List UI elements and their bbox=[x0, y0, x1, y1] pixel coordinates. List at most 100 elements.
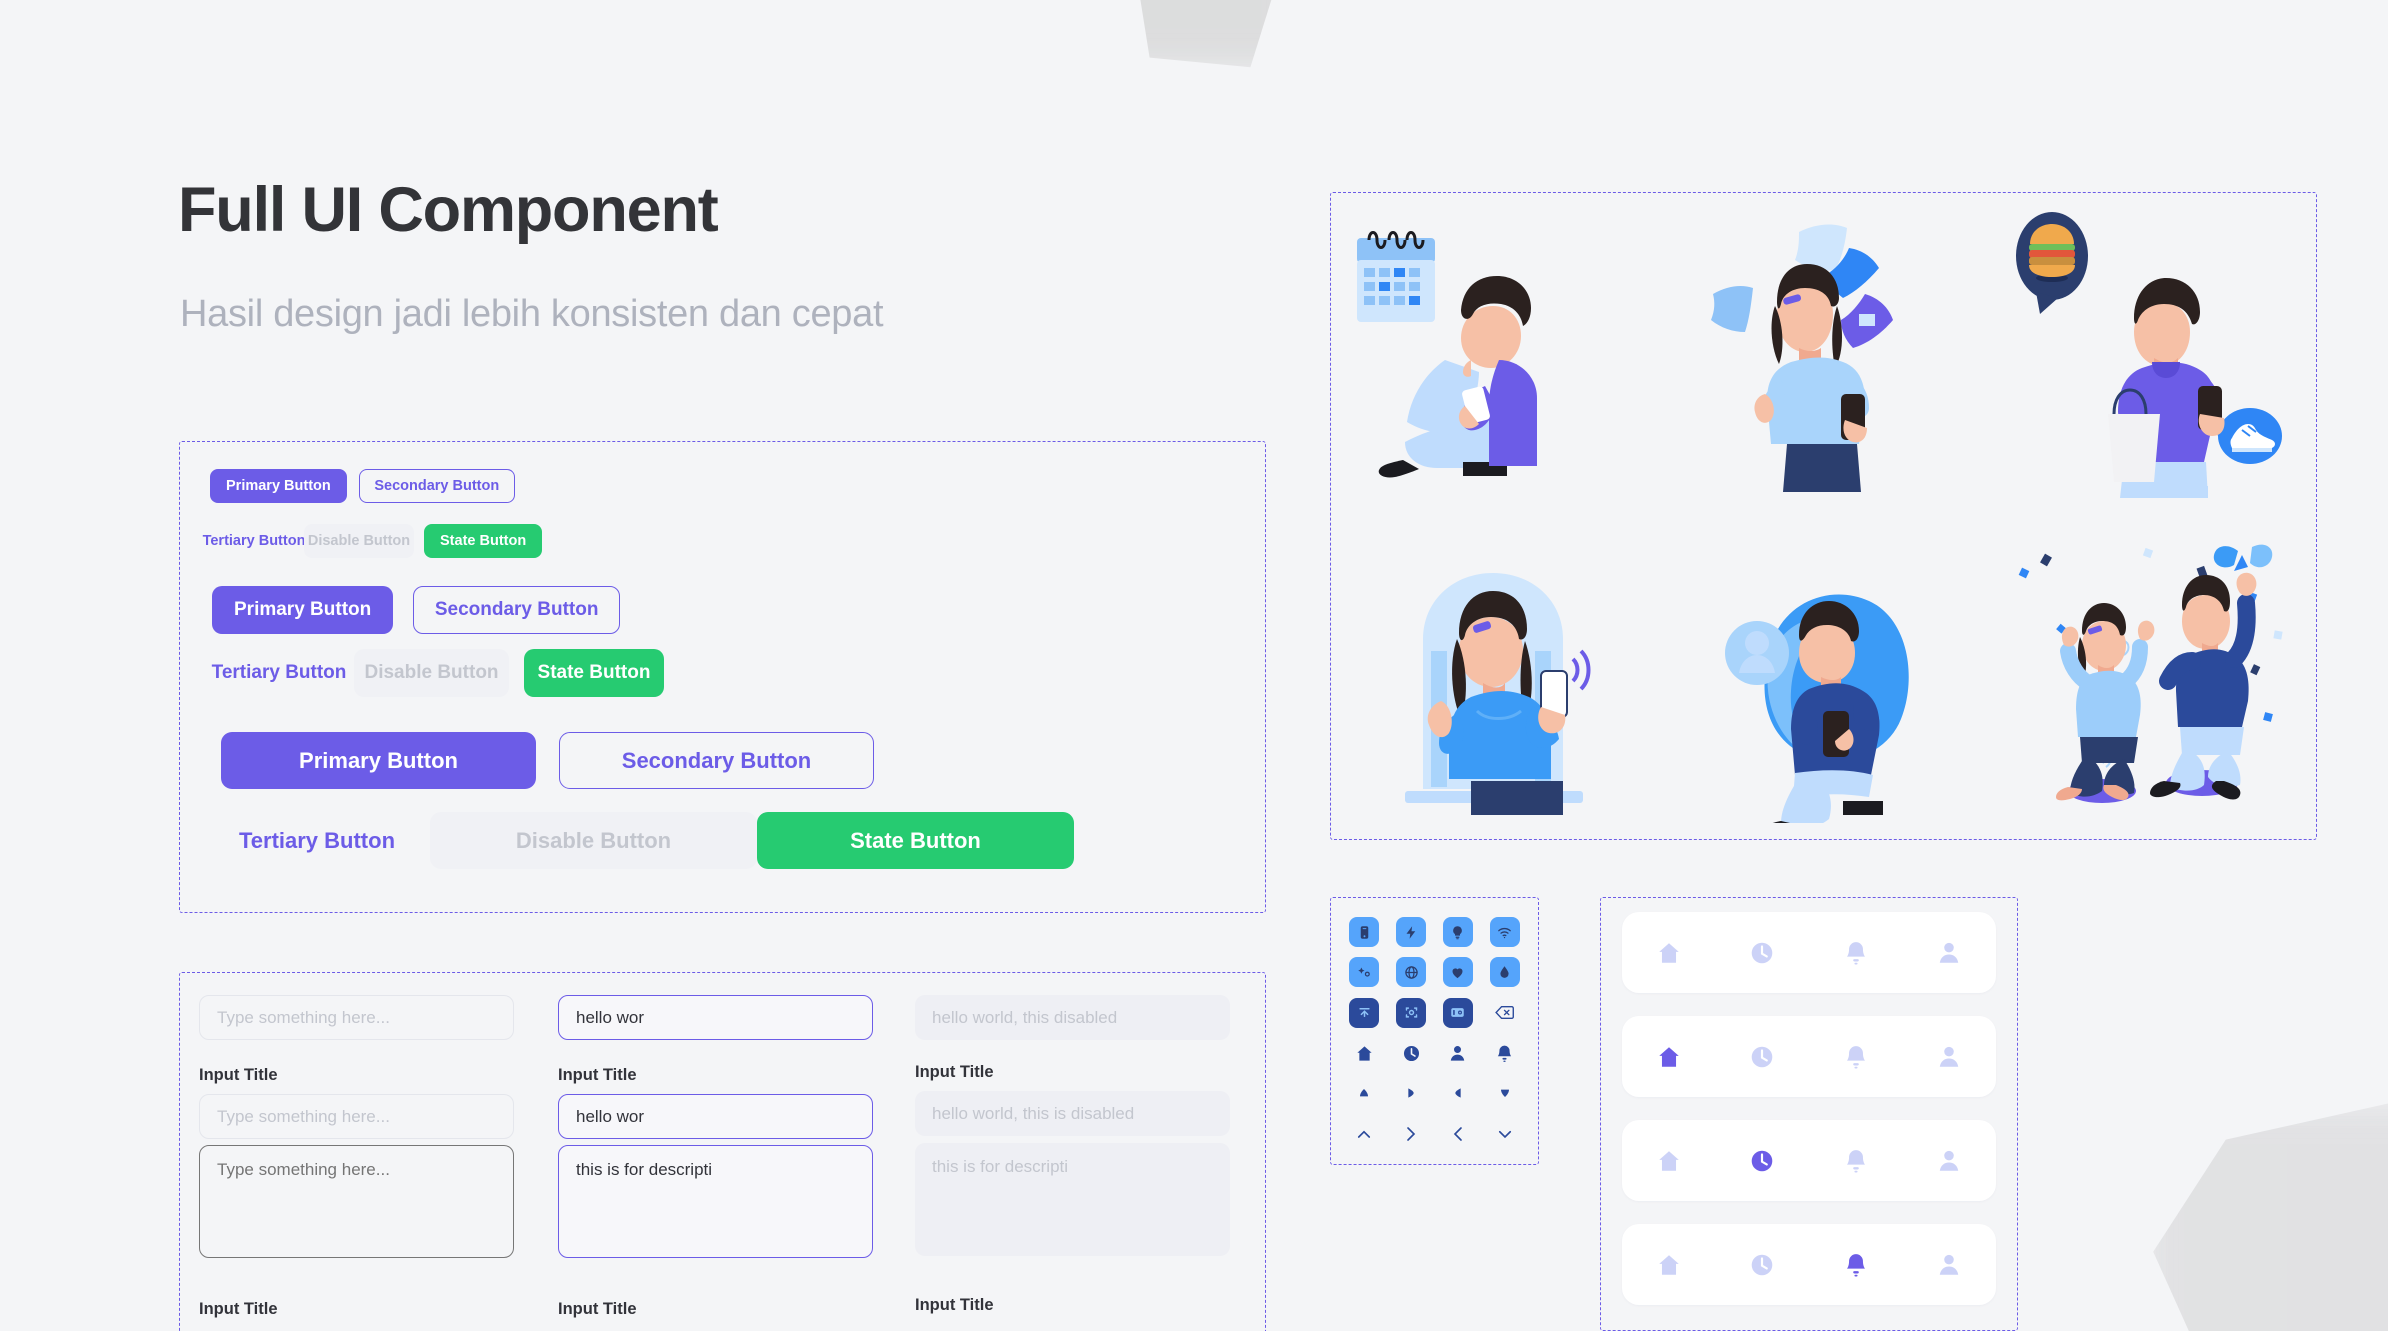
illustration-woman-with-phone-and-flying-documents bbox=[1659, 193, 1987, 516]
user-icon[interactable] bbox=[1936, 1252, 1962, 1278]
input-label-active-2: Input Title bbox=[558, 1066, 637, 1084]
disable-button-large: Disable Button bbox=[430, 812, 757, 869]
clock-icon[interactable] bbox=[1396, 1038, 1426, 1068]
caret-down-icon[interactable] bbox=[1490, 1078, 1520, 1108]
woman-jumping bbox=[2055, 602, 2155, 800]
illustration-woman-waving-at-window-with-phone bbox=[1331, 516, 1659, 839]
illustration-showcase-panel bbox=[1330, 192, 2317, 840]
illustration-person-sitting-with-phone-and-calendar bbox=[1331, 193, 1659, 516]
button-row-large-2: Tertiary Button Disable Button State But… bbox=[204, 812, 1074, 869]
inputs-showcase-panel: Input Title Input Title Input Title this… bbox=[179, 972, 1266, 1331]
button-row-large-1: Primary Button Secondary Button bbox=[221, 732, 874, 789]
caret-right-icon[interactable] bbox=[1396, 1078, 1426, 1108]
primary-button-small[interactable]: Primary Button bbox=[210, 469, 347, 503]
man-walking-with-shopping-bag bbox=[2107, 277, 2225, 498]
nav-card bbox=[1622, 912, 1996, 993]
user-icon[interactable] bbox=[1443, 1038, 1473, 1068]
textarea-field-disabled bbox=[915, 1143, 1230, 1261]
clock-icon[interactable] bbox=[1749, 940, 1775, 966]
state-button-large[interactable]: State Button bbox=[757, 812, 1074, 869]
buttons-showcase-panel: Primary Button Secondary Button Tertiary… bbox=[179, 441, 1266, 913]
upload-box-icon[interactable] bbox=[1349, 997, 1380, 1028]
home-icon[interactable] bbox=[1656, 1252, 1682, 1278]
textarea-default[interactable] bbox=[199, 1145, 514, 1258]
input-label-default-4: Input Title bbox=[199, 1300, 278, 1318]
home-icon[interactable] bbox=[1349, 1038, 1379, 1068]
secondary-button-large[interactable]: Secondary Button bbox=[559, 732, 874, 789]
lightbulb-icon[interactable] bbox=[1442, 917, 1473, 948]
bolt-icon[interactable] bbox=[1396, 917, 1427, 948]
user-icon[interactable] bbox=[1936, 1148, 1962, 1174]
clock-icon[interactable] bbox=[1749, 1148, 1775, 1174]
primary-button-large[interactable]: Primary Button bbox=[221, 732, 536, 789]
input-default-1[interactable] bbox=[199, 995, 514, 1040]
illustration-man-sitting-on-beanbag-with-phone bbox=[1659, 516, 1987, 839]
secondary-button-small[interactable]: Secondary Button bbox=[358, 469, 515, 503]
input-label-disabled-4: Input Title bbox=[915, 1296, 994, 1314]
calendar-icon bbox=[1357, 230, 1436, 322]
input-active-2[interactable] bbox=[558, 1094, 873, 1139]
input-field-disabled-4: Input Title bbox=[915, 1296, 1230, 1324]
bell-icon[interactable] bbox=[1843, 1252, 1869, 1278]
input-active-1[interactable] bbox=[558, 995, 873, 1040]
caret-left-icon[interactable] bbox=[1443, 1078, 1473, 1108]
page-root: Full UI Component Hasil design jadi lebi… bbox=[0, 0, 2388, 1331]
signal-icon bbox=[1571, 649, 1591, 690]
primary-button-medium[interactable]: Primary Button bbox=[212, 586, 394, 634]
caret-up-icon[interactable] bbox=[1349, 1078, 1379, 1108]
woman-with-phone bbox=[1754, 263, 1870, 492]
wallet-icon[interactable] bbox=[1442, 997, 1473, 1028]
home-icon[interactable] bbox=[1656, 940, 1682, 966]
burger-speech-bubble bbox=[2015, 211, 2088, 314]
bell-icon[interactable] bbox=[1843, 1044, 1869, 1070]
chevron-up-icon[interactable] bbox=[1349, 1119, 1379, 1149]
tertiary-button-large[interactable]: Tertiary Button bbox=[204, 812, 430, 869]
home-icon[interactable] bbox=[1656, 1148, 1682, 1174]
clock-icon[interactable] bbox=[1749, 1044, 1775, 1070]
droplet-icon[interactable] bbox=[1489, 957, 1520, 988]
input-default-2[interactable] bbox=[199, 1094, 514, 1139]
textarea-field-default bbox=[199, 1145, 514, 1263]
input-disabled-2 bbox=[915, 1091, 1230, 1136]
bell-icon[interactable] bbox=[1843, 1148, 1869, 1174]
chevron-left-icon[interactable] bbox=[1443, 1119, 1473, 1149]
avatar-bubble bbox=[1725, 620, 1790, 685]
input-field-default-4: Input Title bbox=[199, 1300, 514, 1328]
backspace-icon[interactable] bbox=[1490, 998, 1520, 1028]
input-field-disabled-2: Input Title bbox=[915, 1063, 1230, 1136]
heart-icon[interactable] bbox=[1442, 957, 1473, 988]
user-icon[interactable] bbox=[1936, 1044, 1962, 1070]
input-label-active-4: Input Title bbox=[558, 1300, 637, 1318]
chevron-down-icon[interactable] bbox=[1490, 1119, 1520, 1149]
state-button-medium[interactable]: State Button bbox=[524, 649, 664, 697]
secondary-button-medium[interactable]: Secondary Button bbox=[413, 586, 621, 634]
input-field-active-4: Input Title bbox=[558, 1300, 873, 1328]
ribbon-decoration bbox=[2213, 544, 2273, 571]
page-title: Full UI Component bbox=[178, 175, 719, 245]
mobile-icon[interactable] bbox=[1349, 917, 1380, 948]
nav-card bbox=[1622, 1120, 1996, 1201]
state-button-small[interactable]: State Button bbox=[424, 524, 543, 558]
bottom-nav-showcase-panel bbox=[1600, 897, 2018, 1331]
disable-button-medium: Disable Button bbox=[354, 649, 509, 697]
chevron-right-icon[interactable] bbox=[1396, 1119, 1426, 1149]
globe-icon[interactable] bbox=[1396, 957, 1427, 988]
bell-icon[interactable] bbox=[1490, 1038, 1520, 1068]
nav-card bbox=[1622, 1224, 1996, 1305]
home-icon[interactable] bbox=[1656, 1044, 1682, 1070]
button-row-small-2: Tertiary Button Disable Button State But… bbox=[203, 524, 543, 558]
textarea-field-active: this is for descripti bbox=[558, 1145, 873, 1263]
input-label-disabled-2: Input Title bbox=[915, 1063, 994, 1081]
tertiary-button-medium[interactable]: Tertiary Button bbox=[204, 649, 354, 697]
bell-icon[interactable] bbox=[1843, 940, 1869, 966]
user-icon[interactable] bbox=[1936, 940, 1962, 966]
decorative-shape-top bbox=[1132, 0, 1284, 68]
wifi-icon[interactable] bbox=[1489, 917, 1520, 948]
input-disabled-1 bbox=[915, 995, 1230, 1040]
tertiary-button-small[interactable]: Tertiary Button bbox=[203, 524, 306, 558]
burger-icon bbox=[2028, 223, 2075, 277]
textarea-active[interactable]: this is for descripti bbox=[558, 1145, 873, 1258]
sparkle-icon[interactable] bbox=[1349, 957, 1380, 988]
clock-icon[interactable] bbox=[1749, 1252, 1775, 1278]
scan-icon[interactable] bbox=[1396, 997, 1427, 1028]
